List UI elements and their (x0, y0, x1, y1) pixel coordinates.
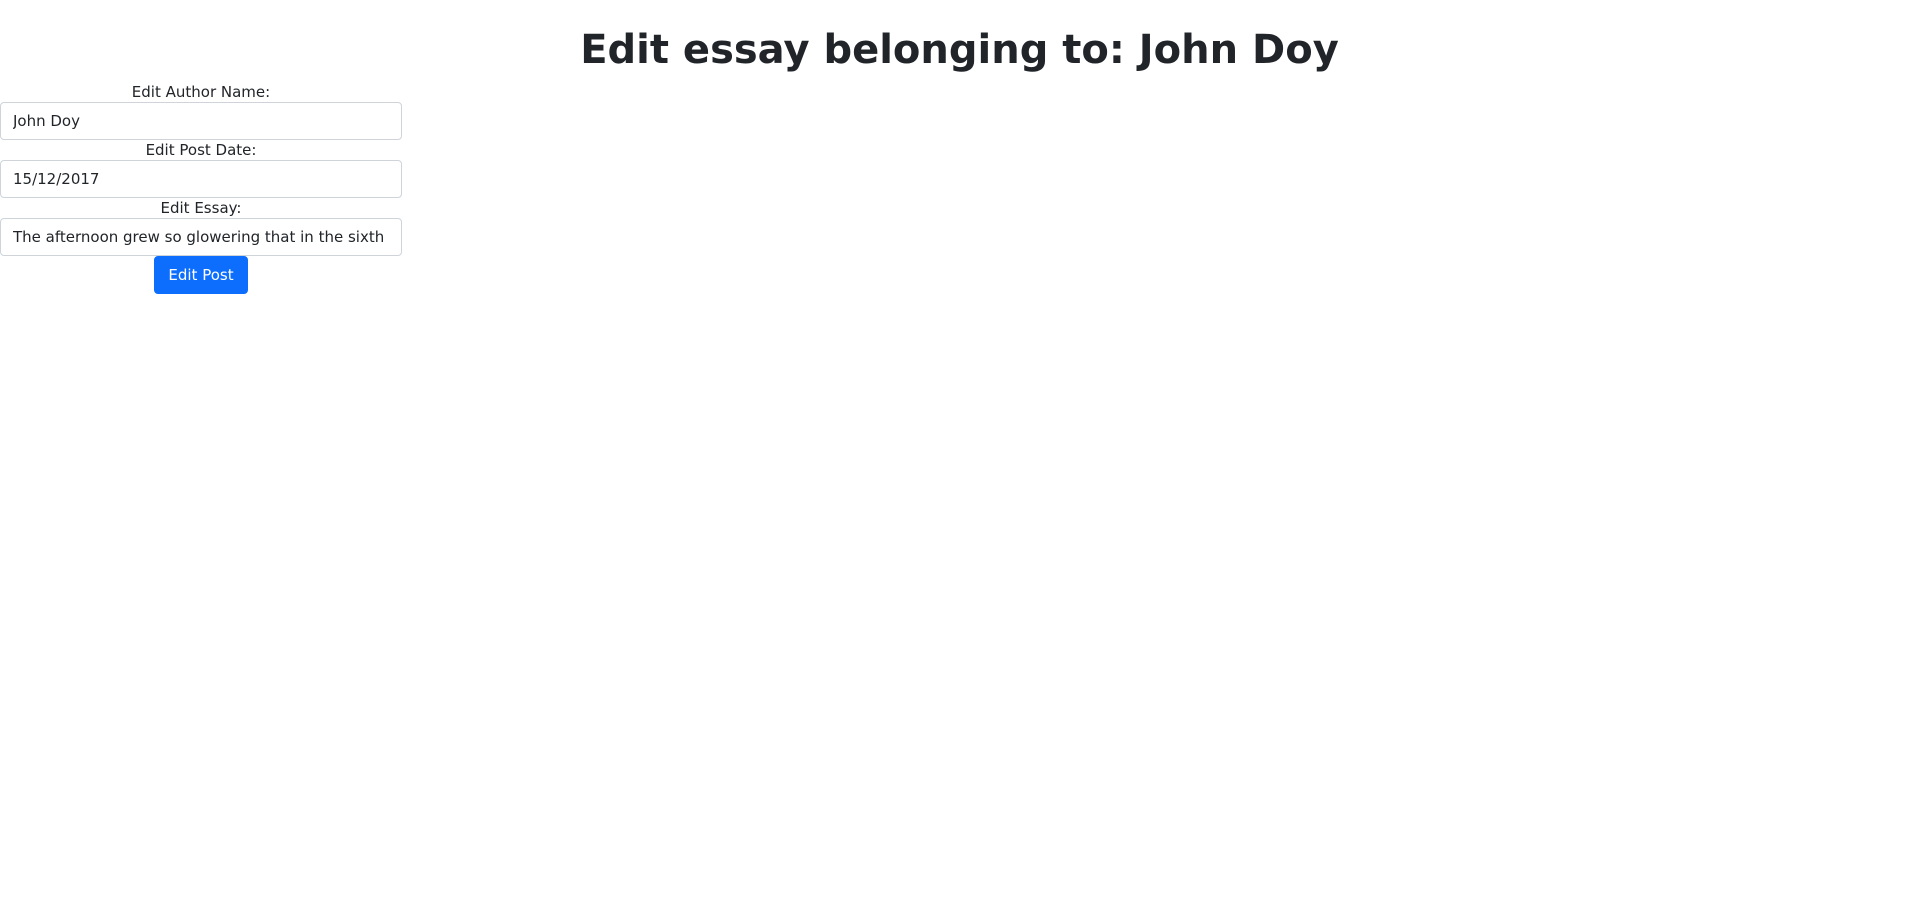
post-date-label: Edit Post Date: (145, 141, 257, 159)
page: Edit essay belonging to: John Doy Edit A… (0, 0, 1919, 900)
essay-input[interactable] (0, 218, 402, 256)
author-name-label: Edit Author Name: (131, 83, 271, 101)
essay-label: Edit Essay: (160, 199, 242, 217)
edit-essay-form: Edit Author Name: Edit Post Date: Edit E… (0, 82, 402, 294)
edit-post-button[interactable]: Edit Post (154, 256, 248, 294)
submit-row: Edit Post (0, 256, 402, 294)
author-name-input[interactable] (0, 102, 402, 140)
post-date-input[interactable] (0, 160, 402, 198)
page-title: Edit essay belonging to: John Doy (580, 27, 1339, 73)
